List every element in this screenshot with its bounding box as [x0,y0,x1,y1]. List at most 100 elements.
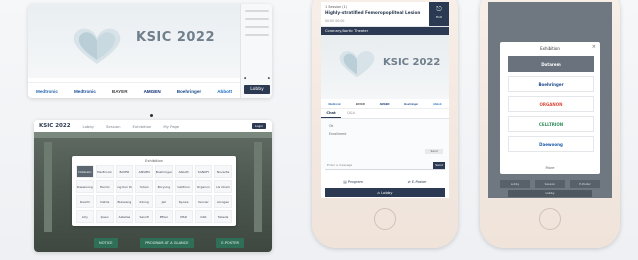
hall-pillar [254,142,262,232]
nav-eposter[interactable]: E-Poster [570,180,600,188]
exhibitor-tile[interactable]: Bukwang [115,195,134,208]
exhibition-title: Exhibition [145,159,163,163]
showcase-canvas: KSIC 2022 ▪ ▪ Lobby Medtronic Medtronic … [0,0,638,260]
lobby-button[interactable]: Lobby [508,190,592,197]
exhibitor-tile[interactable]: Servier [194,195,213,208]
eposter-button[interactable]: E-POSTER [216,238,244,248]
video-player[interactable]: KSIC 2022 [321,35,449,99]
exhibitor-tile[interactable]: Takeda [214,210,232,223]
program-link[interactable]: ▤ Program [343,180,363,184]
exhibitor-tile[interactable]: MSD [174,210,193,223]
close-icon[interactable]: × [592,44,596,50]
home-button-icon [374,208,396,230]
exhibitor-tile[interactable]: Novartis [214,165,232,178]
event-brand: KSIC 2022 [383,57,441,68]
tab-chat[interactable]: Chat [321,109,341,118]
nav-exhibition[interactable]: Exhibition [132,124,151,129]
theater-bar[interactable]: Coronary/Aortic Theater [321,27,449,35]
exhibitor-tile[interactable]: Jeil [155,195,173,208]
hall-pillar [44,142,52,232]
exhibitor-tile[interactable]: AMGEN [135,165,153,178]
session-header: 1 Session (1) Highly-stratified Femoropo… [321,2,449,27]
sponsor-logo: Abbott [217,88,232,94]
sponsor-logo: AMGEN [143,88,161,94]
sponsor-logo: Medtronic [73,88,96,94]
chat-action-button[interactable]: Send [425,149,443,154]
exit-button[interactable]: ⎋ Exit [429,2,449,26]
program-label: Program [347,180,364,184]
exhibitor-tile[interactable]: Ipsen [95,210,114,223]
exhibitor-tile[interactable]: Chong Kun Dang [115,180,134,193]
exhibitor-tile[interactable]: Yuhan [135,180,153,193]
chat-input-placeholder: Enter a message [327,163,353,167]
session-time: 00:00 00:00 [325,19,345,23]
exhibitor-tile[interactable]: Sanofi [135,210,153,223]
chat-input[interactable]: Enter a message Send [325,162,445,170]
exhibitor-tile[interactable]: Pfizer [155,210,173,223]
exhibitor-card[interactable]: CELLTRION [508,116,594,132]
program-button[interactable]: PROGRAM AT A GLANCE [140,238,194,248]
exhibitor-card[interactable]: Daewoong [508,136,594,152]
exhibitor-tile[interactable]: Medtronic [95,165,114,178]
panel-tab[interactable]: ▪ [244,76,246,80]
exhibitor-tile[interactable]: Hanmi [95,180,114,193]
chat-tabs: Chat Q&A [321,109,449,119]
chat-message: Ok [329,124,334,128]
panel-tabs: ▪ ▪ [244,74,270,82]
lobby-button[interactable]: Lobby [244,85,270,94]
exhibitor-tile[interactable]: Daiichi [76,195,94,208]
nav-lobby[interactable]: Lobby [500,180,530,188]
exit-label: Exit [436,15,442,19]
exhibitor-tile[interactable]: Lilly [76,210,94,223]
phone-exhibition: Exhibition × Dotarem Boehringer ORGANON … [480,0,620,248]
session-title: Highly-stratified Femoropopliteal Lesion [325,10,421,15]
exhibitor-tile[interactable]: Organon [194,180,213,193]
site-logo[interactable]: KSIC 2022 [39,123,71,129]
panel-tab[interactable]: ▪ [268,76,270,80]
exhibitor-grid: Dotarem Medtronic BAYER AMGEN Boehringer Abbo… [76,165,232,223]
hall-ceiling [34,132,272,138]
tab-qna[interactable]: Q&A [341,109,361,118]
panel-line [245,18,269,20]
nav-session[interactable]: Session [535,180,565,188]
exhibitor-card[interactable]: Boehringer [508,76,594,92]
exhibitor-tile[interactable]: Boehringer [155,165,173,178]
hall-actions: NOTICE PROGRAM AT A GLANCE E-POSTER [94,238,244,248]
heart-logo-icon [73,28,121,64]
carousel-dot [150,114,153,117]
phone-theater: 1 Session (1) Highly-stratified Femoropo… [312,0,458,248]
exhibitor-tile[interactable]: Viatris [95,195,114,208]
eposter-link[interactable]: ⇄ E-Poster [408,180,427,184]
event-brand: KSIC 2022 [136,30,216,45]
exhibitor-tile[interactable]: Daewoong [76,180,94,193]
notice-button[interactable]: NOTICE [94,238,118,248]
nav-mypage[interactable]: My Page [163,124,179,129]
panel-line [245,10,269,12]
more-link[interactable]: More [500,166,600,170]
side-panel: ▪ ▪ Lobby [240,4,272,98]
exhibitor-tile[interactable]: Ildong [135,195,153,208]
exhibitor-card[interactable]: Dotarem [508,56,594,72]
nav-session[interactable]: Session [106,124,121,129]
exhibitor-tile[interactable]: Boryung [155,180,173,193]
exhibitor-tile[interactable]: LG Chem [214,180,232,193]
exhibitor-tile[interactable]: GSK [194,210,213,223]
exit-icon: ⎋ [436,5,442,13]
nav-lobby[interactable]: Lobby [83,124,94,129]
exhibitor-tile[interactable]: Celltrion [174,180,193,193]
sponsor-logo: Medtronic [36,88,58,94]
exhibitor-tile[interactable]: Abbott [174,165,193,178]
sponsor-logo: AMGEN [379,102,390,106]
exhibitor-tile[interactable]: Alvogen [214,195,232,208]
lobby-button[interactable]: ⌂ Lobby [325,188,445,197]
exhibitor-tile[interactable]: Dotarem [76,165,94,178]
send-button[interactable]: Send [433,162,445,169]
bottom-nav: Lobby Session E-Poster [500,180,600,188]
desktop-hall-screen: KSIC 2022 Lobby Session Exhibition My Pa… [34,120,272,252]
exhibitor-tile[interactable]: BAYER [115,165,134,178]
login-button[interactable]: Login [252,123,266,129]
exhibitor-tile[interactable]: Astellas [115,210,134,223]
exhibitor-card[interactable]: ORGANON [508,96,594,112]
exhibitor-tile[interactable]: SANOFI [194,165,213,178]
exhibitor-tile[interactable]: Kyowa [174,195,193,208]
